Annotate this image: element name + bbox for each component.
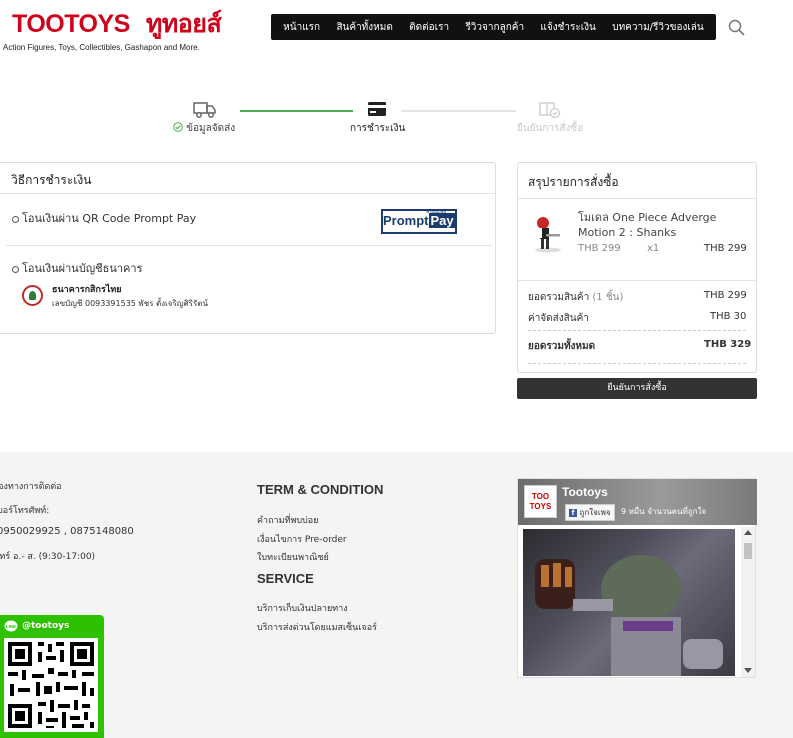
divider [0,193,495,194]
payment-method-title: วิธีการชำระเงิน [11,173,92,187]
fb-like-button[interactable]: f ถูกใจเพจ [565,504,615,521]
logo-text-th: ทูทอยส์ [145,10,222,38]
product-qty: x1 [647,243,660,254]
bank-account: เลขบัญชี 0093391535 พัชร ตั้งเจริญศิริรั… [52,299,208,308]
shipping-value: THB 30 [710,311,747,322]
nav-payment-notify[interactable]: แจ้งชำระเงิน [540,20,595,35]
divider [518,198,756,199]
check-circle-icon [173,122,183,132]
nav-home[interactable]: หน้าแรก [283,20,320,35]
radio-bank[interactable] [12,265,19,273]
qr-code [4,638,98,732]
total-value: THB 329 [704,339,752,350]
payment-option-bank-label: โอนเงินผ่านบัญชีธนาคาร [22,262,143,275]
footer-link-faq[interactable]: คำถามที่พบบ่อย [257,513,318,527]
nav-articles[interactable]: บทความ/รีวิวของเล่น [612,20,704,35]
nav-contact[interactable]: ติดต่อเรา [409,20,449,35]
fb-like-label: ถูกใจเพจ [579,508,611,517]
scroll-up-icon[interactable] [744,530,752,535]
facebook-page-widget[interactable]: TOO TOYS Tootoys f ถูกใจเพจ 9 หมื่น จำนว… [517,478,757,678]
footer-phone-label: เบอร์โทรศัพท์: [0,506,50,516]
card-icon [368,102,386,116]
dashed-divider [528,363,746,364]
step-confirm-label: ยืนยันการสั่งซื้อ [517,123,584,134]
payment-option-qr-label: โอนเงินผ่าน QR Code Prompt Pay [22,212,197,225]
step-shipping-label: ข้อมูลจัดส่ง [186,123,236,134]
nav-all-products[interactable]: สินค้าทั้งหมด [336,20,392,35]
footer-link-preorder[interactable]: เงื่อนไขการ Pre-order [257,532,347,546]
site-logo[interactable]: TOOTOYS ทูทอยส์ [12,4,222,44]
radio-qr[interactable] [12,215,19,223]
payment-option-bank[interactable]: โอนเงินผ่านบัญชีธนาคาร [12,259,143,277]
promptpay-thai: พร้อมเพย์ [426,209,447,215]
line-icon: LINE [4,620,18,632]
main-nav: หน้าแรก สินค้าทั้งหมด ติดต่อเรา รีวิวจาก… [271,14,716,40]
product-thumbnail[interactable] [528,214,568,254]
product-line-total: THB 299 [704,243,747,254]
footer-phone-numbers[interactable]: 0950029925 , 0875148080 [0,526,134,537]
shipping-label: ค่าจัดส่งสินค้า [528,313,589,324]
facebook-icon: f [569,509,577,517]
product-unit-price: THB 299 [578,243,621,254]
footer-service-title: SERVICE [257,571,314,586]
fb-page-avatar[interactable]: TOO TOYS [524,485,557,518]
fb-post-photo[interactable] [523,529,735,676]
step-payment-label: การชำระเงิน [350,123,406,134]
kasikorn-bank-logo [22,285,43,306]
fb-page-name[interactable]: Tootoys [562,485,608,499]
footer-link-license[interactable]: ใบทะเบียนพาณิชย์ [257,550,329,564]
confirm-order-button[interactable]: ยืนยันการสั่งซื้อ [517,378,757,399]
bank-name: ธนาคารกสิกรไทย [52,285,122,295]
subtotal-label-text: ยอดรวมสินค้า [528,292,590,303]
footer-link-messenger[interactable]: บริการส่งด่วนโดยแมสเซ็นเจอร์ [257,620,377,634]
truck-icon [193,102,216,118]
footer-term-title: TERM & CONDITION [257,482,384,497]
footer-contact-title: ช่องทางการติดต่อ [0,482,62,492]
promptpay-prompt-text: Prompt [383,213,429,228]
total-label: ยอดรวมทั้งหมด [528,341,596,352]
dashed-divider [528,330,746,331]
footer-link-cod[interactable]: บริการเก็บเงินปลายทาง [257,601,348,615]
confirm-box-icon [539,102,561,119]
fb-like-count: 9 หมื่น จำนวนคนที่ถูกใจ [621,507,707,516]
order-summary-title: สรุปรายการสั่งซื้อ [528,175,619,189]
logo-text-en: TOOTOYS [12,10,130,38]
subtotal-count: (1 ชิ้น) [592,292,624,303]
svg-text:LINE: LINE [6,624,16,629]
scroll-down-icon[interactable] [744,668,752,673]
nav-reviews[interactable]: รีวิวจากลูกค้า [465,20,524,35]
step-shipping: ข้อมูลจัดส่ง [173,121,235,136]
divider [518,280,756,281]
product-name[interactable]: โมเดล One Piece Adverge Motion 2 : Shank… [578,210,750,240]
step-connector-done [240,110,353,112]
subtotal-value: THB 299 [704,290,747,301]
fb-scroll-thumb[interactable] [744,543,752,559]
step-connector-pending [401,110,516,112]
footer-hours: จันทร์ อ.- ส. (9:30-17:00) [0,552,96,562]
fb-scrollbar[interactable] [741,527,755,677]
payment-option-qr[interactable]: โอนเงินผ่าน QR Code Prompt Pay [12,209,196,227]
line-id: @tootoys [22,621,70,631]
logo-tagline: Action Figures, Toys, Collectibles, Gash… [3,43,200,52]
search-icon[interactable] [728,19,745,36]
subtotal-label: ยอดรวมสินค้า (1 ชิ้น) [528,290,623,305]
line-qr-box[interactable]: LINE @tootoys [0,615,104,738]
divider [6,245,492,246]
